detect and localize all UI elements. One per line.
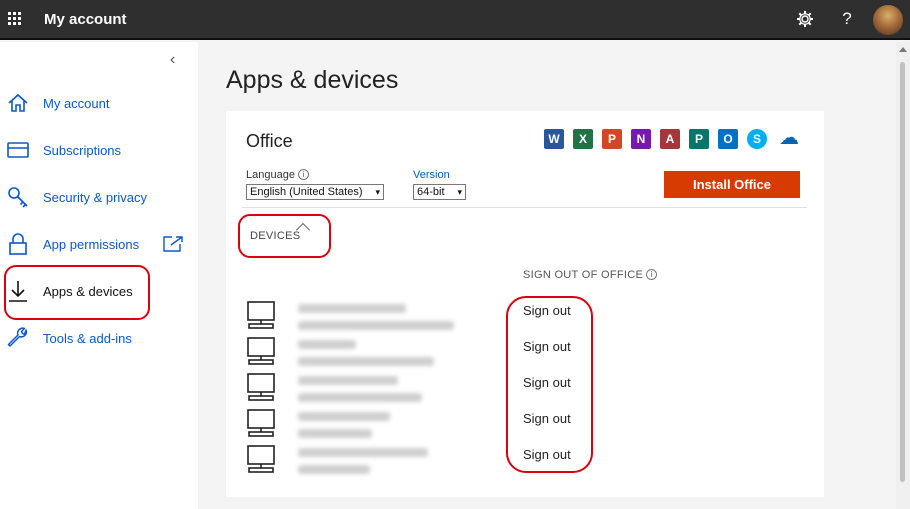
sidebar-item-label: Security & privacy — [43, 190, 148, 205]
sidebar-item-label: Apps & devices — [43, 284, 133, 299]
devices-toggle[interactable]: DEVICES — [250, 230, 300, 242]
signout-of-office-header: SIGN OUT OF OFFICE i — [523, 269, 658, 281]
skype-icon: S — [747, 129, 767, 149]
powerpoint-icon: P — [602, 129, 622, 149]
language-label: Language i — [246, 169, 309, 181]
language-select-value: English (United States) — [250, 186, 363, 198]
scroll-up-arrow-icon[interactable] — [899, 47, 907, 52]
office-title: Office — [246, 131, 293, 151]
sign-out-link[interactable]: Sign out — [523, 411, 571, 426]
device-details-redacted — [298, 429, 372, 438]
version-select[interactable]: 64-bit ▾ — [413, 184, 466, 200]
version-label[interactable]: Version — [413, 169, 450, 181]
avatar[interactable] — [873, 5, 903, 35]
device-details-redacted — [298, 465, 370, 474]
onenote-icon: N — [631, 129, 651, 149]
desktop-computer-icon — [247, 409, 275, 437]
device-row: Sign out — [246, 408, 806, 444]
device-details-redacted — [298, 321, 454, 330]
top-bar: My account ? — [0, 0, 910, 40]
app-launcher-icon[interactable] — [8, 12, 22, 26]
page-title: Apps & devices — [226, 66, 399, 94]
sign-out-link[interactable]: Sign out — [523, 303, 571, 318]
language-label-text: Language — [246, 169, 295, 181]
sidebar-item-label: App permissions — [43, 237, 140, 252]
sidebar: ‹ My account Subscriptions Security & pr… — [0, 42, 198, 509]
scroll-thumb[interactable] — [900, 62, 905, 482]
sidebar-item-subscriptions[interactable]: Subscriptions — [0, 133, 198, 169]
version-select-value: 64-bit — [417, 186, 445, 198]
sign-out-link[interactable]: Sign out — [523, 339, 571, 354]
external-link-icon[interactable] — [162, 235, 184, 253]
access-icon: A — [660, 129, 680, 149]
device-name-redacted — [298, 376, 398, 385]
device-details-redacted — [298, 393, 422, 402]
info-icon[interactable]: i — [646, 269, 658, 280]
word-icon: W — [544, 129, 564, 149]
signout-header-text: SIGN OUT OF OFFICE — [523, 269, 644, 281]
device-name-redacted — [298, 412, 390, 421]
chevron-down-icon: ▾ — [457, 187, 462, 197]
info-icon[interactable]: i — [297, 169, 309, 180]
collapse-sidebar-icon[interactable]: ‹ — [170, 51, 175, 69]
home-icon — [8, 93, 28, 112]
divider — [242, 207, 807, 208]
settings-gear-icon[interactable] — [794, 9, 816, 33]
device-row: Sign out — [246, 372, 806, 408]
sign-out-link[interactable]: Sign out — [523, 375, 571, 390]
device-row: Sign out — [246, 444, 806, 480]
key-icon — [8, 187, 28, 208]
download-icon — [9, 281, 27, 302]
sidebar-item-apps-devices[interactable]: Apps & devices — [0, 274, 198, 310]
onedrive-icon: ☁ — [779, 127, 799, 149]
sidebar-item-my-account[interactable]: My account — [0, 86, 198, 122]
app-title[interactable]: My account — [44, 11, 127, 28]
install-office-button[interactable]: Install Office — [664, 171, 800, 198]
device-details-redacted — [298, 357, 434, 366]
chevron-down-icon: ▾ — [375, 187, 380, 197]
device-name-redacted — [298, 448, 428, 457]
page-scrollbar[interactable] — [896, 42, 910, 509]
device-row: Sign out — [246, 336, 806, 372]
publisher-icon: P — [689, 129, 709, 149]
device-name-redacted — [298, 304, 406, 313]
sidebar-item-label: My account — [43, 96, 110, 111]
help-icon[interactable]: ? — [836, 9, 858, 29]
sidebar-item-tools-addins[interactable]: Tools & add-ins — [0, 321, 198, 357]
device-row: Sign out — [246, 300, 806, 336]
desktop-computer-icon — [247, 445, 275, 473]
office-card: Office W X P N A P O S ☁ Language i Engli… — [226, 111, 824, 497]
sidebar-item-label: Tools & add-ins — [43, 331, 132, 346]
outlook-icon: O — [718, 129, 738, 149]
credit-card-icon — [7, 142, 29, 158]
sidebar-item-label: Subscriptions — [43, 143, 122, 158]
excel-icon: X — [573, 129, 593, 149]
device-name-redacted — [298, 340, 356, 349]
desktop-computer-icon — [247, 301, 275, 329]
desktop-computer-icon — [247, 373, 275, 401]
sign-out-link[interactable]: Sign out — [523, 447, 571, 462]
lock-icon — [9, 233, 27, 255]
desktop-computer-icon — [247, 337, 275, 365]
sidebar-item-security-privacy[interactable]: Security & privacy — [0, 180, 198, 216]
wrench-icon — [7, 327, 28, 347]
language-select[interactable]: English (United States) ▾ — [246, 184, 384, 200]
